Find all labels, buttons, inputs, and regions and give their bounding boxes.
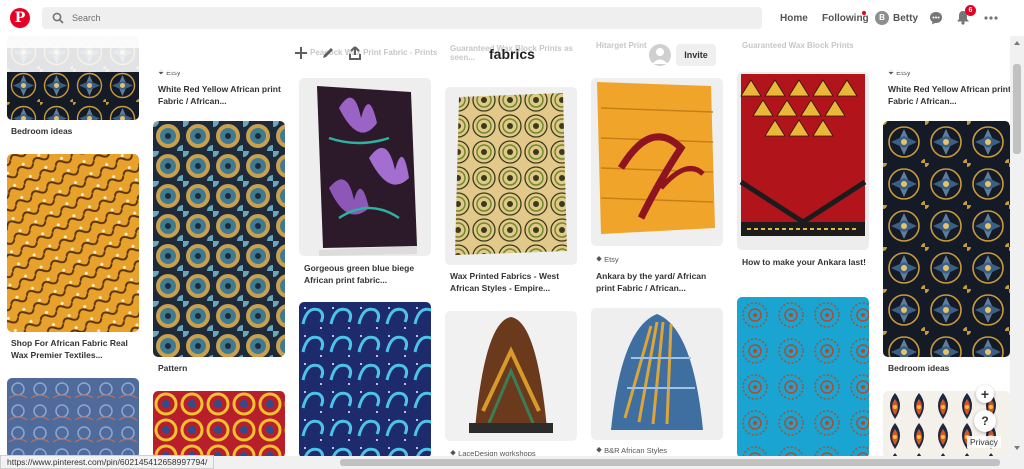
pin-image-wax-printed-fabric[interactable] <box>445 87 577 265</box>
pin-title[interactable]: Shop For African Fabric Real Wax Premier… <box>11 337 141 361</box>
tag-icon: ⯁ <box>596 446 605 455</box>
privacy-link[interactable]: Privacy <box>967 436 1001 448</box>
nav-user-name[interactable]: Betty <box>893 0 918 36</box>
board-toolbar: Peacock Wax Print Fabric - Prints Guaran… <box>0 36 1010 72</box>
pin-title[interactable]: White Red Yellow African print Fabric / … <box>888 83 1010 107</box>
add-icon[interactable] <box>294 46 308 60</box>
search-bar[interactable] <box>42 7 762 29</box>
scroll-down-arrow-icon[interactable] <box>1013 444 1021 452</box>
pin-title[interactable]: Bedroom ideas <box>888 362 1010 374</box>
pin-title[interactable]: Gorgeous green blue biege African print … <box>304 262 434 286</box>
pin-title[interactable]: How to make your Ankara last! <box>742 256 872 268</box>
ghost-title: Hitarget Print <box>596 41 647 50</box>
help-button[interactable]: ? <box>974 410 996 432</box>
pin-image-brown-fabric[interactable] <box>445 311 577 441</box>
pin-image-pattern[interactable] <box>153 121 285 357</box>
ghost-title: Guaranteed Wax Block Prints <box>742 41 854 50</box>
search-icon <box>52 12 64 24</box>
pin-image-bedroom-ideas-2[interactable] <box>883 121 1010 357</box>
pin-title[interactable]: White Red Yellow African print Fabric / … <box>158 83 288 107</box>
more-options-icon[interactable] <box>984 11 998 25</box>
pin-title[interactable]: Wax Printed Fabrics - West African Style… <box>450 270 580 294</box>
pin-image-red-fabric[interactable] <box>153 391 285 458</box>
status-bar-url: https://www.pinterest.com/pin/6021454126… <box>0 455 215 469</box>
vertical-scrollbar[interactable] <box>1010 36 1024 456</box>
vertical-scroll-thumb[interactable] <box>1013 64 1021 154</box>
share-upload-icon[interactable] <box>348 46 362 60</box>
horizontal-scroll-thumb[interactable] <box>340 459 1000 466</box>
messages-icon[interactable] <box>929 11 943 25</box>
pin-image-striped-fabric[interactable] <box>591 308 723 440</box>
pin-image-african-fabric[interactable] <box>7 154 139 332</box>
pin-image-ankara-red-fabric[interactable] <box>737 72 869 250</box>
board-title: fabrics <box>489 46 535 62</box>
edit-pencil-icon[interactable] <box>321 46 335 60</box>
pin-image-blue-fabric[interactable] <box>7 378 139 458</box>
invite-button[interactable]: Invite <box>676 44 716 66</box>
pin-source[interactable]: ⯁ Etsy <box>596 255 619 265</box>
following-new-indicator <box>862 11 866 15</box>
pin-image-turquoise-fabric[interactable] <box>737 297 869 458</box>
pin-source[interactable]: ⯁ B&R African Styles <box>596 446 667 456</box>
scroll-up-arrow-icon[interactable] <box>1013 39 1021 47</box>
pin-title[interactable]: Bedroom ideas <box>11 125 141 137</box>
pinterest-logo-icon[interactable]: P <box>10 8 30 28</box>
nav-home[interactable]: Home <box>780 0 808 36</box>
tag-icon: ⯁ <box>596 255 605 264</box>
search-input[interactable] <box>72 9 752 27</box>
user-avatar[interactable]: B <box>875 11 889 25</box>
pin-image-floral-fabric[interactable] <box>299 78 431 256</box>
pin-title[interactable]: Pattern <box>158 362 288 374</box>
pin-title[interactable]: Ankara by the yard/ African print Fabric… <box>596 270 726 294</box>
notifications-badge: 6 <box>965 5 976 16</box>
nav-following[interactable]: Following <box>822 0 869 36</box>
pin-image-ankara-fabric[interactable] <box>591 78 723 246</box>
collaborator-avatar[interactable] <box>649 44 671 66</box>
top-header: P Home Following B Betty 6 <box>0 0 1024 36</box>
create-pin-button[interactable]: + <box>976 385 994 403</box>
pin-image-blue-swirl-fabric[interactable] <box>299 302 431 458</box>
